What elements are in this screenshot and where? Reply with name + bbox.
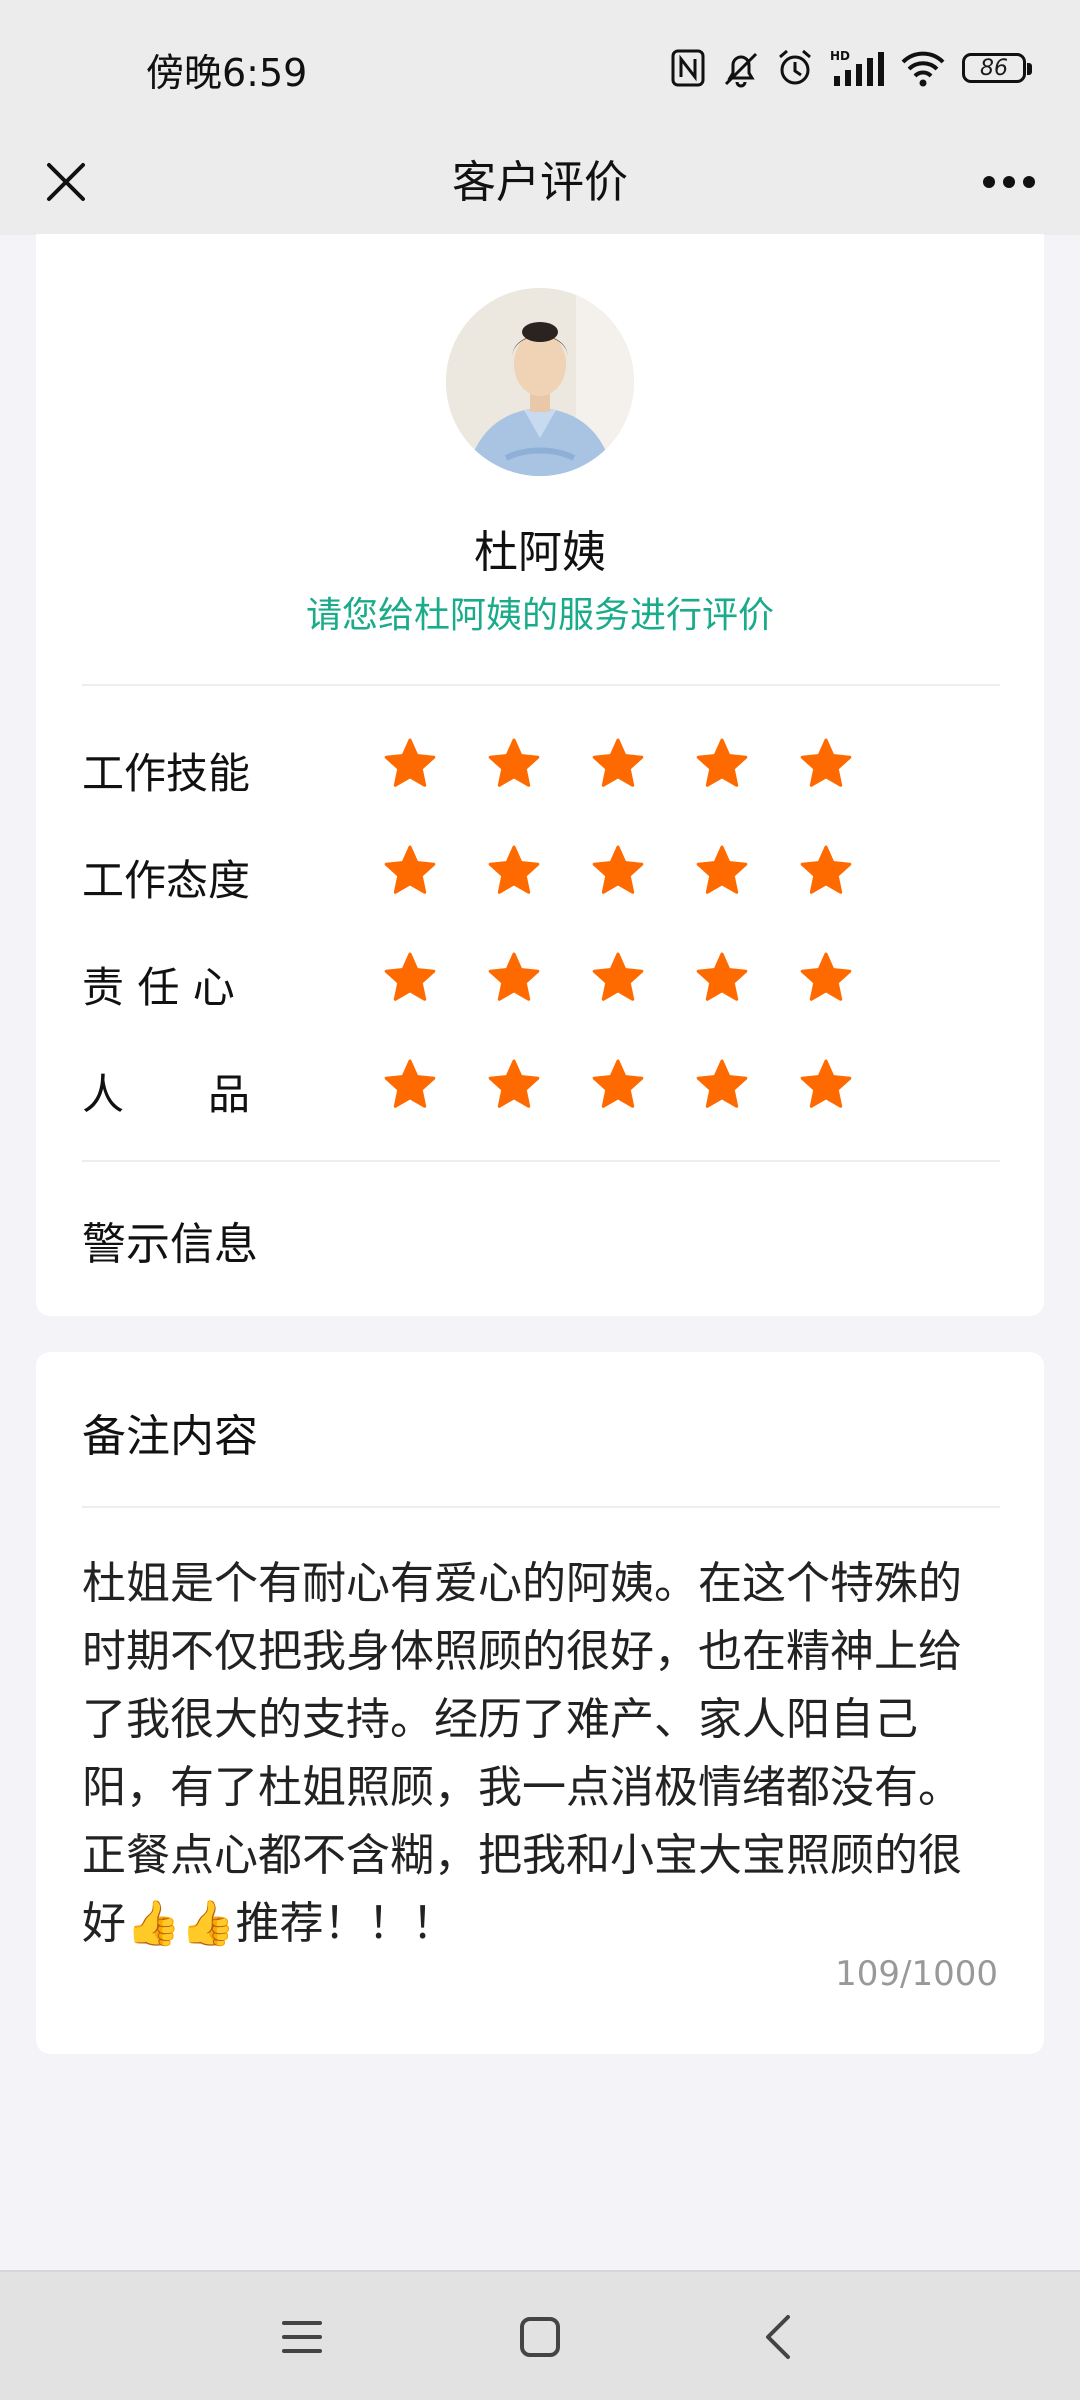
- star-icon[interactable]: [590, 950, 646, 1006]
- alarm-icon: [776, 48, 814, 88]
- rating-prompt: 请您给杜阿姨的服务进行评价: [305, 595, 774, 636]
- navigation-bar: [0, 2270, 1080, 2400]
- char-counter: 109/1000: [835, 1954, 998, 1994]
- rating-row-character: 人 品: [82, 1045, 1000, 1125]
- star-icon[interactable]: [486, 843, 542, 899]
- star-icon[interactable]: [798, 950, 854, 1006]
- rating-label: 工作技能: [82, 749, 251, 798]
- star-rating[interactable]: [382, 736, 854, 792]
- rating-label: 人 品: [82, 1070, 251, 1119]
- rating-row-skill: 工作技能: [82, 724, 1000, 804]
- back-button[interactable]: [738, 2302, 818, 2372]
- more-button[interactable]: [964, 142, 1054, 222]
- avatar: [446, 288, 634, 476]
- rating-row-attitude: 工作态度: [82, 831, 1000, 911]
- status-bar: 傍晚6:59 HD 86: [0, 0, 1080, 130]
- menu-icon: [282, 2321, 322, 2353]
- rating-row-responsibility: 责 任 心: [82, 938, 1000, 1018]
- divider: [82, 1160, 1000, 1162]
- star-icon[interactable]: [382, 1057, 438, 1113]
- remarks-title: 备注内容: [82, 1411, 258, 1462]
- remarks-card: 备注内容 杜姐是个有耐心有爱心的阿姨。在这个特殊的时期不仅把我身体照顾的很好，也…: [36, 1352, 1044, 2054]
- star-icon[interactable]: [486, 736, 542, 792]
- home-icon: [520, 2317, 560, 2357]
- warning-info-label[interactable]: 警示信息: [82, 1208, 258, 1272]
- star-icon[interactable]: [382, 950, 438, 1006]
- more-icon: [983, 176, 1035, 188]
- star-icon[interactable]: [590, 736, 646, 792]
- svg-text:HD: HD: [830, 49, 850, 63]
- nfc-icon: [670, 48, 706, 88]
- rating-card: 杜阿姨 请您给杜阿姨的服务进行评价 工作技能 工作态度 责 任 心 人 品 警示…: [36, 234, 1044, 1316]
- star-icon[interactable]: [798, 843, 854, 899]
- star-rating[interactable]: [382, 950, 854, 1006]
- star-rating[interactable]: [382, 843, 854, 899]
- close-button[interactable]: [26, 142, 106, 222]
- star-icon[interactable]: [382, 843, 438, 899]
- star-icon[interactable]: [486, 950, 542, 1006]
- battery-icon: 86: [962, 53, 1032, 83]
- star-icon[interactable]: [694, 736, 750, 792]
- title-bar: 客户评价: [0, 130, 1080, 235]
- star-icon[interactable]: [694, 1057, 750, 1113]
- hd-signal-icon: HD: [830, 48, 884, 88]
- status-time: 傍晚6:59: [146, 51, 308, 95]
- status-icons: HD 86: [670, 44, 1032, 92]
- star-icon[interactable]: [382, 736, 438, 792]
- worker-name: 杜阿姨: [474, 527, 606, 578]
- star-icon[interactable]: [798, 736, 854, 792]
- divider: [82, 684, 1000, 686]
- star-icon[interactable]: [694, 843, 750, 899]
- divider: [82, 1506, 1000, 1508]
- star-icon[interactable]: [590, 843, 646, 899]
- star-icon[interactable]: [486, 1057, 542, 1113]
- close-icon: [47, 163, 85, 201]
- back-icon: [766, 2315, 790, 2359]
- star-icon[interactable]: [694, 950, 750, 1006]
- star-icon[interactable]: [798, 1057, 854, 1113]
- remarks-textarea[interactable]: 杜姐是个有耐心有爱心的阿姨。在这个特殊的时期不仅把我身体照顾的很好，也在精神上给…: [82, 1550, 1002, 1958]
- rating-label: 工作态度: [82, 856, 251, 905]
- home-button[interactable]: [500, 2302, 580, 2372]
- wifi-icon: [900, 48, 946, 88]
- menu-button[interactable]: [262, 2302, 342, 2372]
- star-icon[interactable]: [590, 1057, 646, 1113]
- star-rating[interactable]: [382, 1057, 854, 1113]
- page-title: 客户评价: [452, 157, 628, 208]
- mute-bell-icon: [722, 48, 760, 88]
- rating-label: 责 任 心: [82, 963, 235, 1012]
